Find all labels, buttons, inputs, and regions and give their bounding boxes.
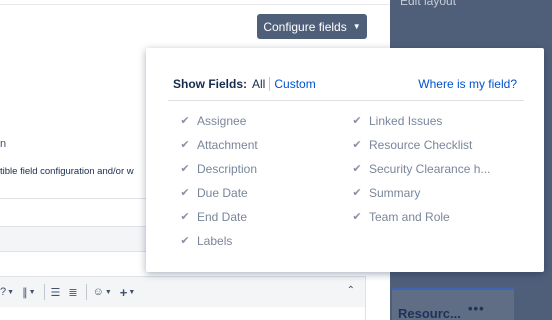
field-label: Summary xyxy=(369,186,421,200)
field-checkbox-assignee: ✔ Assignee xyxy=(180,109,258,133)
attachment-dropdown[interactable]: ∥ ▼ xyxy=(22,286,35,299)
checkmark-icon: ✔ xyxy=(180,235,190,247)
field-label: End Date xyxy=(197,210,248,224)
chevron-down-icon: ▼ xyxy=(128,288,136,296)
emoji-dropdown[interactable]: ☺ ▼ xyxy=(93,286,112,298)
numbered-list-button[interactable]: ≣ xyxy=(68,286,77,299)
field-checkbox-resource-checklist: ✔ Resource Checklist xyxy=(352,133,490,157)
bullet-list-icon: ☰ xyxy=(50,286,61,299)
configure-fields-button[interactable]: Configure fields ▼ xyxy=(257,14,367,39)
field-configuration-message: tible field configuration and/or w xyxy=(0,166,134,177)
checkmark-icon: ✔ xyxy=(180,139,190,151)
option-separator xyxy=(269,77,271,91)
configure-fields-popup: Show Fields: All Custom Where is my fiel… xyxy=(146,48,544,272)
field-label: Due Date xyxy=(197,186,248,200)
checkmark-icon: ✔ xyxy=(180,115,190,127)
field-label: Security Clearance h... xyxy=(369,162,491,176)
text-style-dropdown[interactable]: ? ▼ xyxy=(0,286,14,298)
chevron-down-icon: ▼ xyxy=(7,288,15,296)
field-checkbox-description: ✔ Description xyxy=(180,157,258,181)
editor-toolbar: ? ▼ ∥ ▼ ☰ ≣ ☺ ▼ + ▼ ⌃ xyxy=(0,276,366,308)
field-checkbox-linked-issues: ✔ Linked Issues xyxy=(352,109,490,133)
field-checkbox-team-and-role: ✔ Team and Role xyxy=(352,205,490,229)
numbered-list-icon: ≣ xyxy=(68,286,78,299)
field-checkbox-attachment: ✔ Attachment xyxy=(180,133,258,157)
edit-layout-link[interactable]: Edit layout xyxy=(400,0,456,8)
checkmark-icon: ✔ xyxy=(180,211,190,223)
chevron-down-icon: ▼ xyxy=(352,22,361,31)
checkmark-icon: ✔ xyxy=(352,115,362,127)
field-label: Team and Role xyxy=(369,210,450,224)
show-fields-label: Show Fields: xyxy=(173,77,248,91)
configure-fields-label: Configure fields xyxy=(263,19,347,34)
toolbar-separator xyxy=(43,284,45,300)
toolbar-separator xyxy=(85,284,87,300)
field-checkbox-security-clearance: ✔ Security Clearance h... xyxy=(352,157,490,181)
emoji-icon: ☺ xyxy=(92,286,104,298)
chevron-down-icon: ▼ xyxy=(28,288,36,296)
field-list-right: ✔ Linked Issues ✔ Resource Checklist ✔ S… xyxy=(352,109,490,229)
field-checkbox-labels: ✔ Labels xyxy=(180,229,258,253)
resource-panel: Resourc... ••• xyxy=(392,288,514,320)
plus-icon: + xyxy=(119,284,128,300)
field-label: Resource Checklist xyxy=(369,138,473,152)
insert-dropdown[interactable]: + ▼ xyxy=(120,285,136,300)
all-fields-option[interactable]: All xyxy=(252,77,265,91)
field-list-left: ✔ Assignee ✔ Attachment ✔ Description ✔ … xyxy=(180,109,258,253)
truncated-text: n xyxy=(0,138,7,150)
chevron-down-icon: ▼ xyxy=(104,288,112,296)
more-icon[interactable]: ••• xyxy=(468,301,485,316)
bullet-list-button[interactable]: ☰ xyxy=(51,286,61,299)
checkmark-icon: ✔ xyxy=(352,211,362,223)
checkmark-icon: ✔ xyxy=(180,163,190,175)
resource-panel-title[interactable]: Resourc... xyxy=(398,306,461,320)
checkmark-icon: ✔ xyxy=(352,187,362,199)
divider xyxy=(0,4,390,5)
where-is-my-field-link[interactable]: Where is my field? xyxy=(418,77,517,91)
field-label: Attachment xyxy=(197,138,258,152)
attachment-icon: ∥ xyxy=(22,286,28,299)
field-label: Labels xyxy=(197,234,233,248)
field-label: Linked Issues xyxy=(369,114,443,128)
checkmark-icon: ✔ xyxy=(180,187,190,199)
checkmark-icon: ✔ xyxy=(352,139,362,151)
field-checkbox-due-date: ✔ Due Date xyxy=(180,181,258,205)
collapse-toolbar-icon[interactable]: ⌃ xyxy=(347,285,355,296)
field-checkbox-end-date: ✔ End Date xyxy=(180,205,258,229)
field-checkbox-summary: ✔ Summary xyxy=(352,181,490,205)
field-label: Description xyxy=(197,162,258,176)
editor-body[interactable] xyxy=(0,307,366,320)
text-style-icon: ? xyxy=(0,286,7,298)
checkmark-icon: ✔ xyxy=(352,163,362,175)
custom-fields-option[interactable]: Custom xyxy=(274,77,315,91)
field-label: Assignee xyxy=(197,114,247,128)
divider xyxy=(168,100,524,101)
show-fields-header: Show Fields: All Custom Where is my fiel… xyxy=(173,77,517,91)
